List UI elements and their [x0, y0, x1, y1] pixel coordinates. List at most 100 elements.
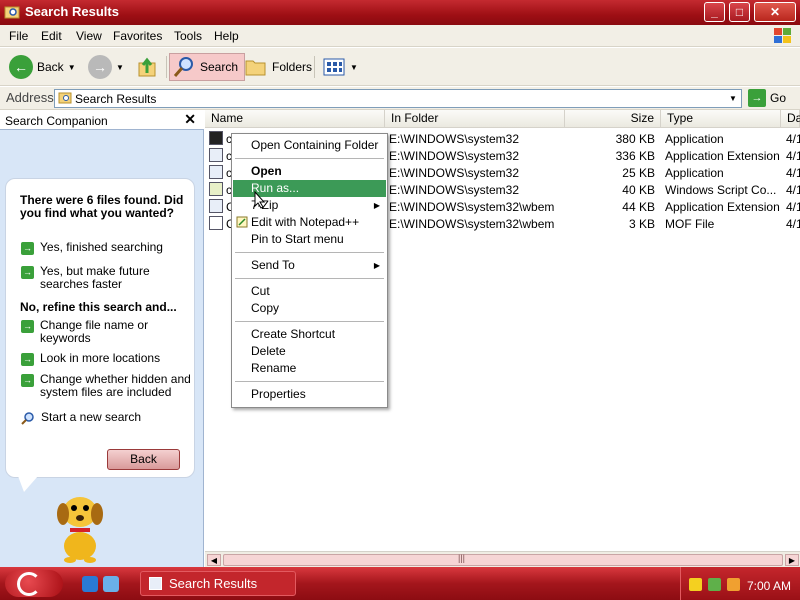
taskbar-search-results[interactable]: Search Results [140, 571, 296, 596]
scroll-right-icon[interactable]: ▶ [785, 554, 799, 566]
maximize-button[interactable]: □ [729, 2, 750, 22]
column-size[interactable]: Size [565, 110, 661, 128]
column-folder[interactable]: In Folder [385, 110, 565, 128]
forward-button[interactable]: → ▼ [88, 53, 124, 81]
magnifier-icon [21, 412, 34, 425]
menu-copy[interactable]: Copy [233, 300, 386, 317]
option-label: Change file name or keywords [40, 318, 149, 345]
back-button[interactable]: ← Back ▼ [9, 53, 76, 81]
option-label: Yes, but make future searches faster [40, 264, 150, 291]
folder-icon [245, 60, 266, 76]
menu-open[interactable]: Open [233, 163, 386, 180]
internet-explorer-icon[interactable] [82, 576, 98, 592]
address-value: Search Results [75, 92, 157, 106]
option-finished[interactable]: → Yes, finished searching [21, 241, 191, 255]
title-bar: Search Results _ □ ✕ [0, 0, 800, 25]
search-folder-icon [4, 6, 20, 19]
folders-label: Folders [272, 60, 313, 74]
submenu-arrow-icon: ▶ [373, 261, 380, 270]
address-dropdown-icon[interactable]: ▼ [725, 90, 741, 107]
option-faster[interactable]: → Yes, but make future searches faster [21, 265, 191, 291]
option-new-search[interactable]: Start a new search [21, 411, 191, 425]
toolbar-divider [166, 56, 167, 78]
pane-header: Search Companion ✕ [0, 110, 204, 130]
horizontal-scrollbar[interactable]: ◀ ||| ▶ [205, 551, 800, 567]
menu-delete[interactable]: Delete [233, 343, 386, 360]
security-shield-icon[interactable] [689, 578, 702, 591]
menu-separator [235, 381, 384, 382]
search-tray-icon[interactable] [727, 578, 740, 591]
menu-edit-notepad[interactable]: Edit with Notepad++ [233, 214, 386, 231]
start-button[interactable] [5, 570, 63, 597]
menu-file[interactable]: File [9, 29, 28, 43]
network-icon[interactable] [708, 578, 721, 591]
scroll-left-icon[interactable]: ◀ [207, 554, 221, 566]
up-folder-button[interactable] [136, 53, 160, 81]
menu-favorites[interactable]: Favorites [113, 29, 162, 43]
menu-open-containing-folder[interactable]: Open Containing Folder [233, 137, 386, 154]
menu-tools[interactable]: Tools [174, 29, 202, 43]
back-arrow-icon: ← [9, 55, 33, 79]
option-change-name[interactable]: → Change file name or keywords [21, 319, 191, 345]
green-arrow-icon: → [21, 266, 34, 279]
views-button[interactable]: ▼ [322, 53, 358, 81]
column-date[interactable]: Da [781, 110, 800, 128]
menu-cut[interactable]: Cut [233, 283, 386, 300]
task-label: Search Results [169, 576, 258, 591]
address-bar: Address Search Results ▼ → Go [0, 87, 800, 110]
green-arrow-icon: → [21, 374, 34, 387]
menu-edit[interactable]: Edit [41, 29, 62, 43]
go-button[interactable]: → Go [748, 89, 786, 107]
dll-file-icon [209, 148, 223, 162]
column-type[interactable]: Type [661, 110, 781, 128]
clock: 7:00 AM [747, 579, 792, 593]
menu-help[interactable]: Help [214, 29, 239, 43]
search-results-icon [58, 92, 72, 104]
toolbar-divider [314, 56, 315, 78]
menu-separator [235, 252, 384, 253]
cmd-file-icon [209, 131, 223, 145]
column-name[interactable]: Name [205, 110, 385, 128]
menu-separator [235, 158, 384, 159]
minimize-button[interactable]: _ [704, 2, 725, 22]
menu-view[interactable]: View [76, 29, 102, 43]
menu-create-shortcut[interactable]: Create Shortcut [233, 326, 386, 343]
close-button[interactable]: ✕ [754, 2, 796, 22]
search-dog-icon[interactable] [50, 488, 110, 564]
up-folder-icon [138, 57, 156, 77]
menu-rename[interactable]: Rename [233, 360, 386, 377]
search-results-icon [149, 577, 162, 590]
search-button[interactable]: Search [169, 53, 246, 81]
folders-button[interactable]: Folders [244, 53, 312, 81]
menu-separator [235, 321, 384, 322]
crescent-logo-icon [17, 572, 41, 596]
address-label: Address [6, 90, 54, 105]
companion-back-button[interactable]: Back [107, 449, 180, 470]
search-companion-pane: Search Companion ✕ There were 6 files fo… [0, 110, 204, 567]
dropdown-arrow-icon[interactable]: ▼ [68, 63, 76, 72]
option-hidden-files[interactable]: → Change whether hidden and system files… [21, 373, 191, 399]
menu-properties[interactable]: Properties [233, 386, 386, 403]
back-label: Back [37, 60, 64, 74]
option-label: Yes, finished searching [40, 240, 163, 254]
menu-send-to[interactable]: Send To ▶ [233, 257, 386, 274]
close-pane-icon[interactable]: ✕ [184, 111, 196, 128]
toolbar: ← Back ▼ → ▼ Search Folders ▼ [0, 48, 800, 86]
dropdown-arrow-icon[interactable]: ▼ [350, 63, 358, 72]
green-arrow-icon: → [21, 242, 34, 255]
scroll-thumb[interactable]: ||| [223, 553, 783, 566]
go-arrow-icon: → [748, 89, 766, 107]
windows-logo-icon [774, 28, 791, 43]
refine-heading: No, refine this search and... [20, 300, 177, 314]
address-input[interactable]: Search Results ▼ [54, 89, 742, 108]
dropdown-arrow-icon[interactable]: ▼ [116, 63, 124, 72]
option-label: Start a new search [41, 410, 142, 424]
dll-file-icon [209, 199, 223, 213]
results-heading: There were 6 files found. Did you find w… [20, 193, 184, 220]
exe-file-icon [209, 165, 223, 179]
submenu-arrow-icon: ▶ [373, 201, 380, 210]
menu-pin-start[interactable]: Pin to Start menu [233, 231, 386, 248]
option-more-locations[interactable]: → Look in more locations [21, 352, 191, 366]
show-desktop-icon[interactable] [103, 576, 119, 592]
context-menu: Open Containing Folder Open Run as... 7-… [231, 133, 388, 408]
